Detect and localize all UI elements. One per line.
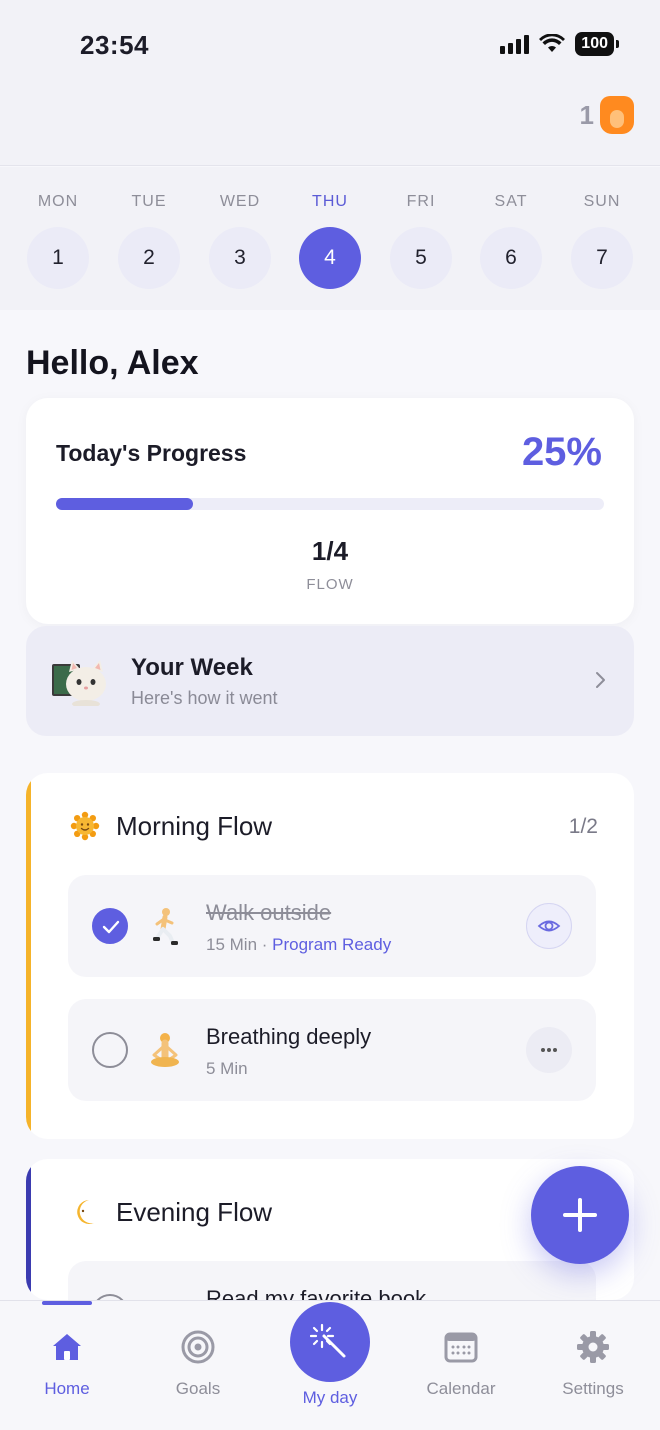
progress-sublabel: FLOW	[306, 576, 354, 593]
task-item-read-book[interactable]: Read my favorite book	[68, 1261, 596, 1300]
day-mon[interactable]: MON 1	[26, 193, 90, 289]
meditation-person-icon	[151, 1033, 179, 1067]
day-thu[interactable]: THU 4	[298, 193, 362, 289]
task-title: Read my favorite book	[206, 1286, 427, 1300]
magic-wand-icon	[310, 1323, 346, 1358]
evening-accent-bar	[26, 1159, 31, 1300]
tab-active-indicator	[42, 1301, 92, 1305]
day-label: THU	[312, 193, 348, 210]
day-wed[interactable]: WED 3	[208, 193, 272, 289]
day-fri[interactable]: FRI 5	[389, 193, 453, 289]
task-checkbox-unchecked[interactable]	[92, 1032, 128, 1068]
day-label: FRI	[406, 193, 436, 210]
tab-home[interactable]: Home	[7, 1329, 127, 1399]
moon-icon	[77, 1200, 94, 1224]
task-title: Breathing deeply	[206, 1024, 372, 1049]
streak-badge[interactable]: 1	[580, 96, 634, 134]
streak-count: 1	[579, 99, 594, 130]
program-ready-status: Program Ready	[272, 935, 392, 954]
tab-goals[interactable]: Goals	[138, 1329, 258, 1399]
wifi-icon	[539, 34, 566, 52]
task-duration: 5 Min	[206, 1059, 248, 1078]
day-number: 2	[118, 227, 180, 289]
tab-my-day[interactable]	[290, 1302, 370, 1382]
calendar-icon	[444, 1332, 478, 1363]
battery-icon: 100	[575, 32, 619, 56]
tab-label: Settings	[562, 1379, 624, 1398]
day-label: MON	[37, 193, 79, 210]
view-program-button[interactable]	[526, 903, 572, 949]
your-week-subtitle: Here's how it went	[131, 688, 278, 708]
streak-icon	[600, 96, 634, 134]
tab-calendar[interactable]: Calendar	[401, 1329, 521, 1399]
day-number: 1	[27, 227, 89, 289]
checkmark-icon	[102, 920, 120, 934]
day-number: 5	[390, 227, 452, 289]
day-label: WED	[219, 193, 261, 210]
day-label: SAT	[494, 193, 528, 210]
day-number: 3	[209, 227, 271, 289]
task-duration: 15 Min	[206, 935, 258, 954]
meta-separator: ·	[257, 935, 273, 954]
task-checkbox-checked[interactable]	[92, 908, 128, 944]
progress-title: Today's Progress	[56, 440, 247, 466]
add-task-button[interactable]	[531, 1166, 629, 1264]
day-tue[interactable]: TUE 2	[117, 193, 181, 289]
morning-flow-count: 1/2	[568, 815, 598, 838]
day-number: 7	[571, 227, 633, 289]
progress-fraction: 1/4	[311, 536, 349, 566]
cat-mascot-icon	[52, 660, 106, 706]
day-number: 4	[299, 227, 361, 289]
your-week-card[interactable]: Your Week Here's how it went	[26, 626, 634, 736]
status-time: 23:54	[80, 30, 149, 60]
tab-label: Goals	[175, 1379, 221, 1398]
day-sun[interactable]: SUN 7	[570, 193, 634, 289]
chevron-right-icon	[596, 672, 605, 688]
sun-icon	[70, 811, 100, 841]
gear-icon	[577, 1331, 609, 1363]
day-label: TUE	[131, 193, 167, 210]
signal-icon	[500, 34, 530, 54]
eye-icon	[537, 920, 561, 932]
day-label: SUN	[583, 193, 621, 210]
tab-label: Calendar	[426, 1379, 496, 1398]
morning-flow-card: Morning Flow 1/2 Walk outside 15 Min · P…	[26, 773, 634, 1139]
tab-label-my-day: My day	[302, 1388, 358, 1407]
progress-bar-fill	[56, 498, 193, 510]
greeting-title: Hello, Alex	[26, 344, 199, 382]
task-title: Walk outside	[206, 900, 332, 925]
progress-card: Today's Progress 25% 1/4 FLOW	[26, 398, 634, 624]
morning-flow-title: Morning Flow	[116, 811, 273, 841]
status-icons: 100	[500, 32, 619, 56]
home-icon	[53, 1334, 81, 1360]
walking-person-icon	[153, 908, 178, 945]
target-icon	[181, 1330, 215, 1364]
more-options-button[interactable]	[526, 1027, 572, 1073]
task-item-breathing-deeply[interactable]: Breathing deeply 5 Min	[68, 999, 596, 1101]
more-icon	[541, 1048, 557, 1052]
tab-label: Home	[44, 1379, 90, 1398]
week-strip: MON 1 TUE 2 WED 3 THU 4 FRI 5 SAT 6 SUN …	[0, 167, 660, 310]
task-item-walk-outside[interactable]: Walk outside 15 Min · Program Ready	[68, 875, 596, 977]
day-sat[interactable]: SAT 6	[479, 193, 543, 289]
tab-settings[interactable]: Settings	[533, 1329, 653, 1399]
task-meta: 15 Min · Program Ready	[206, 935, 391, 955]
evening-flow-title: Evening Flow	[116, 1197, 273, 1227]
header: 23:54 100 1	[0, 0, 660, 166]
your-week-title: Your Week	[131, 654, 253, 681]
progress-bar	[56, 498, 604, 510]
day-number: 6	[480, 227, 542, 289]
morning-accent-bar	[26, 773, 31, 1139]
progress-percent: 25%	[521, 430, 602, 474]
